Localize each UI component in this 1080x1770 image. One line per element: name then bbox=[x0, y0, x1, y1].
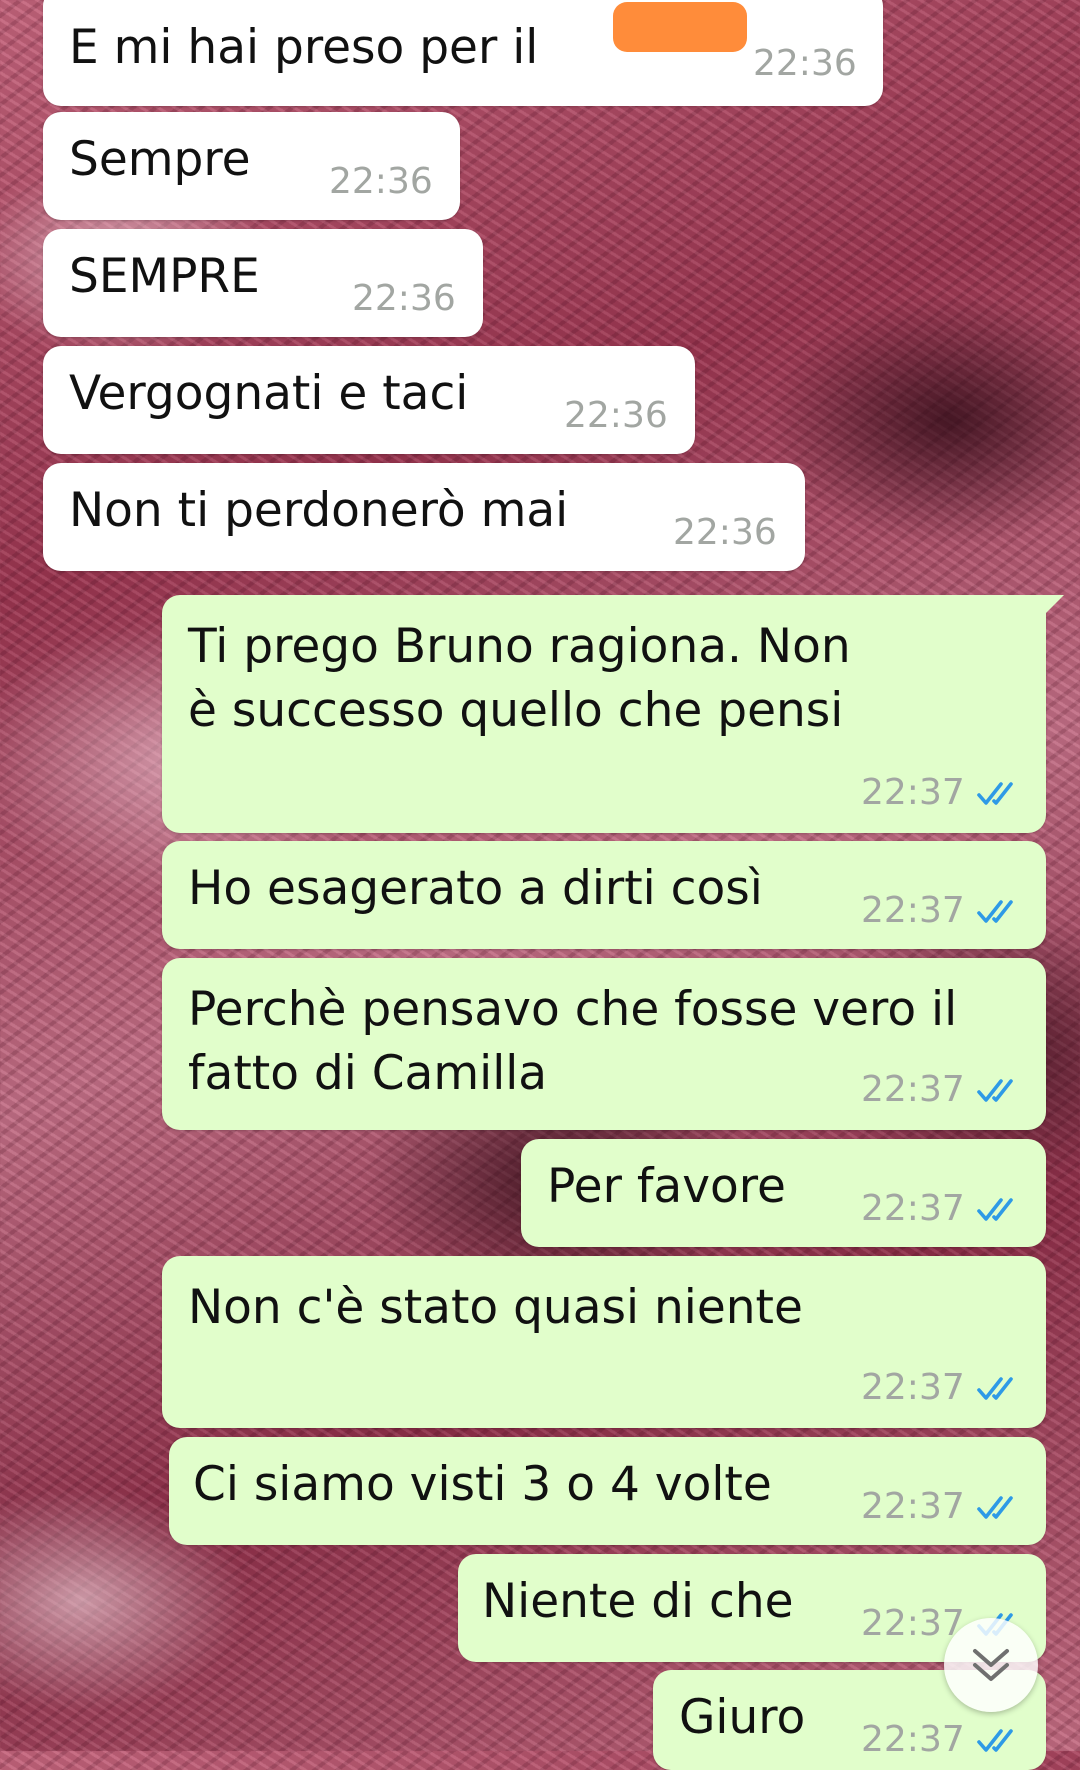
message-text: Non c'è stato quasi niente bbox=[188, 1280, 803, 1335]
double-chevron-down-icon bbox=[973, 1649, 1009, 1681]
message-text: SEMPRE bbox=[69, 249, 260, 304]
scroll-to-bottom-button[interactable] bbox=[944, 1618, 1038, 1712]
double-check-icon bbox=[977, 1079, 1013, 1102]
message-outgoing[interactable]: Ci siamo visti 3 o 4 volte 22:37 bbox=[169, 1437, 1046, 1545]
message-time: 22:37 bbox=[861, 772, 965, 813]
message-incoming[interactable]: E mi hai preso per il 22:36 bbox=[43, 0, 883, 106]
message-outgoing[interactable]: Per favore 22:37 bbox=[521, 1139, 1046, 1247]
message-text: Non ti perdonerò mai bbox=[69, 483, 569, 538]
message-time: 22:36 bbox=[753, 43, 857, 84]
message-incoming[interactable]: Non ti perdonerò mai 22:36 bbox=[43, 463, 805, 571]
message-text: E mi hai preso per il bbox=[69, 20, 539, 75]
message-time: 22:37 bbox=[861, 1367, 965, 1408]
message-text: Niente di che bbox=[482, 1574, 794, 1629]
double-check-icon bbox=[977, 1496, 1013, 1519]
message-time: 22:37 bbox=[861, 1188, 965, 1229]
message-text: Ci siamo visti 3 o 4 volte bbox=[193, 1457, 772, 1512]
message-outgoing[interactable]: Non c'è stato quasi niente 22:37 bbox=[162, 1256, 1046, 1428]
message-time: 22:36 bbox=[329, 161, 433, 202]
message-text: Ho esagerato a dirti così bbox=[188, 861, 763, 916]
message-time: 22:36 bbox=[352, 278, 456, 319]
message-incoming[interactable]: Vergognati e taci 22:36 bbox=[43, 346, 695, 454]
double-check-icon bbox=[977, 1729, 1013, 1752]
message-outgoing[interactable]: Ti prego Bruno ragiona. Non è successo q… bbox=[162, 595, 1064, 833]
message-text: Vergognati e taci bbox=[69, 366, 469, 421]
bubble-tail bbox=[1042, 595, 1064, 617]
double-check-icon bbox=[977, 1198, 1013, 1221]
message-time: 22:37 bbox=[861, 1719, 965, 1760]
message-incoming[interactable]: Sempre 22:36 bbox=[43, 112, 460, 220]
message-text: Sempre bbox=[69, 132, 251, 187]
message-time: 22:37 bbox=[861, 890, 965, 931]
message-text: Giuro bbox=[679, 1690, 806, 1745]
message-time: 22:36 bbox=[673, 512, 777, 553]
message-time: 22:37 bbox=[861, 1486, 965, 1527]
message-text-line: Perchè pensavo che fosse vero il bbox=[188, 982, 958, 1037]
message-time: 22:37 bbox=[861, 1603, 965, 1644]
double-check-icon bbox=[977, 900, 1013, 923]
double-check-icon bbox=[977, 1377, 1013, 1400]
message-time: 22:36 bbox=[564, 395, 668, 436]
message-incoming[interactable]: SEMPRE 22:36 bbox=[43, 229, 483, 337]
message-text-line: Ti prego Bruno ragiona. Non bbox=[188, 619, 851, 674]
message-outgoing[interactable]: Perchè pensavo che fosse vero il fatto d… bbox=[162, 958, 1046, 1130]
message-text: Per favore bbox=[547, 1159, 786, 1214]
message-outgoing[interactable]: Ho esagerato a dirti così 22:37 bbox=[162, 841, 1046, 949]
message-time: 22:37 bbox=[861, 1069, 965, 1110]
message-text-line: fatto di Camilla bbox=[188, 1046, 548, 1101]
double-check-icon bbox=[977, 782, 1013, 805]
message-text-line: è successo quello che pensi bbox=[188, 683, 844, 738]
redaction-mark bbox=[613, 2, 747, 52]
